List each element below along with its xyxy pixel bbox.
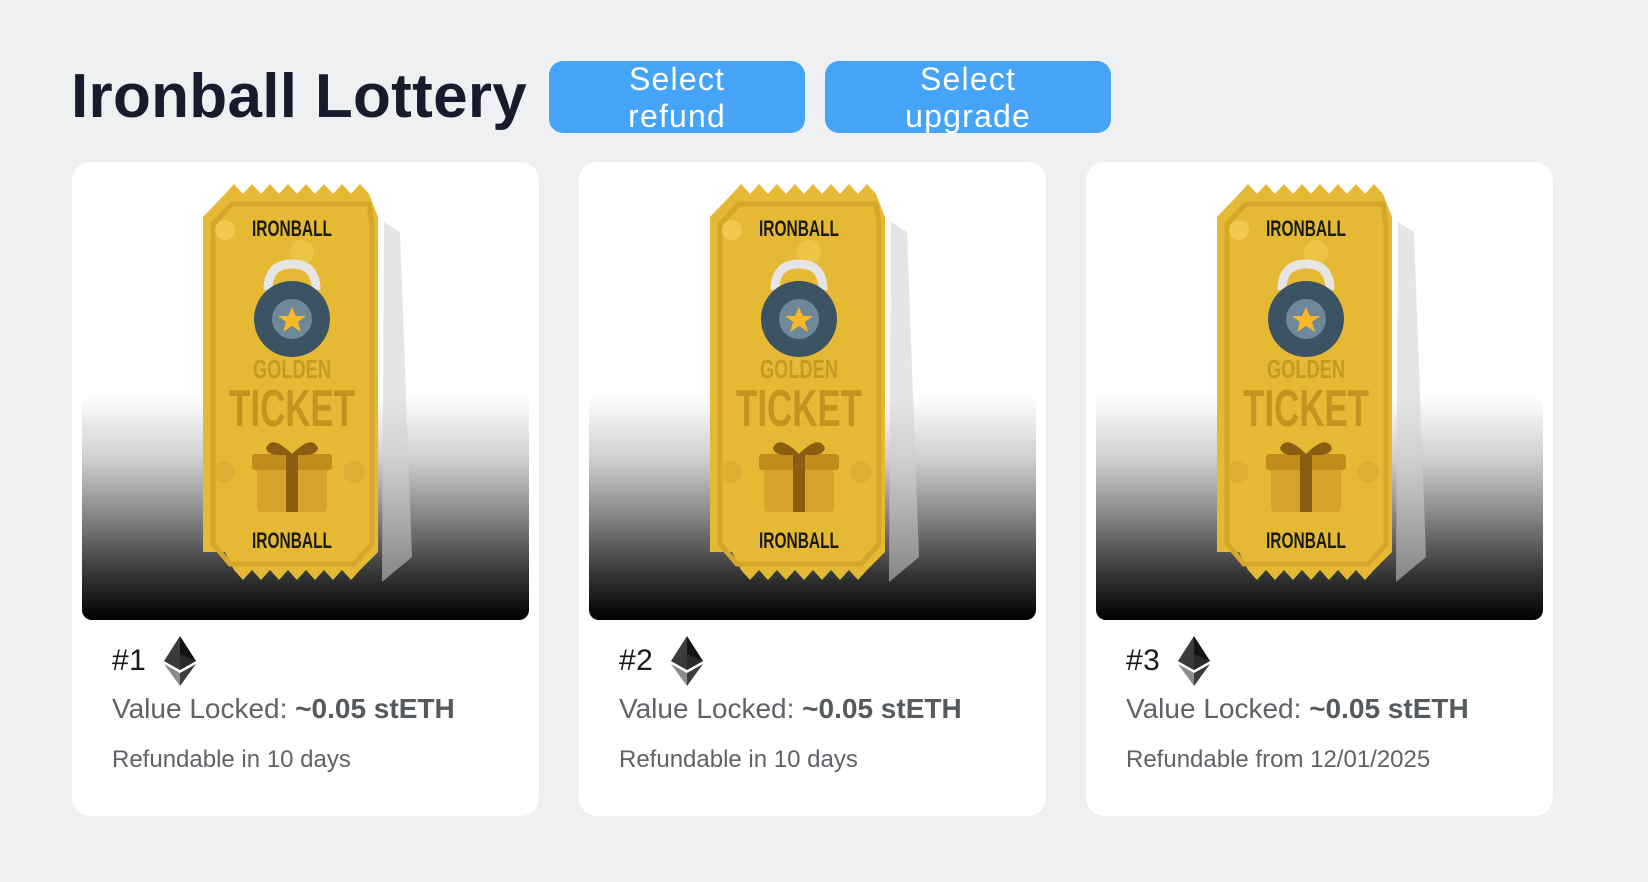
ticket-image: IRONBALL GOLDEN TICKET IRONBALL	[82, 172, 529, 620]
refund-status: Refundable in 10 days	[112, 746, 351, 773]
value-locked-amount: ~0.05 stETH	[1309, 693, 1469, 724]
golden-ticket-illustration: IRONBALL GOLDEN TICKET IRONBALL	[203, 184, 412, 582]
ticket-id-row: #3	[1126, 636, 1211, 686]
value-locked-label: Value Locked:	[112, 693, 296, 724]
golden-ticket-illustration: IRONBALL GOLDEN TICKET IRONBALL	[1217, 184, 1426, 582]
ticket-bottom-brand: IRONBALL	[1266, 528, 1346, 553]
value-locked-amount: ~0.05 stETH	[802, 693, 962, 724]
ticket-top-brand: IRONBALL	[252, 216, 332, 241]
select-refund-button[interactable]: Select refund	[549, 61, 806, 134]
refund-status: Refundable in 10 days	[619, 746, 858, 773]
ethereum-icon	[1178, 636, 1211, 686]
ticket-line2: TICKET	[1243, 380, 1369, 438]
ticket-number: #3	[1126, 644, 1161, 677]
ticket-top-brand: IRONBALL	[759, 216, 839, 241]
ticket-number: #2	[619, 644, 654, 677]
ticket-card[interactable]: IRONBALL GOLDEN TICKET IRONBALL #3 Value…	[1086, 162, 1553, 816]
ticket-bottom-brand: IRONBALL	[252, 528, 332, 553]
value-locked-label: Value Locked:	[619, 693, 803, 724]
ticket-top-brand: IRONBALL	[1266, 216, 1346, 241]
ticket-number: #1	[112, 644, 147, 677]
value-locked: Value Locked: ~0.05 stETH	[619, 693, 962, 725]
ethereum-icon	[164, 636, 197, 686]
value-locked: Value Locked: ~0.05 stETH	[1126, 693, 1469, 725]
ticket-line2: TICKET	[229, 380, 355, 438]
page-header: Ironball Lottery Select refund Select up…	[71, 60, 1112, 134]
ticket-id-row: #2	[619, 636, 704, 686]
value-locked: Value Locked: ~0.05 stETH	[112, 693, 455, 725]
ticket-image: IRONBALL GOLDEN TICKET IRONBALL	[589, 172, 1036, 620]
value-locked-label: Value Locked:	[1126, 693, 1310, 724]
refund-status: Refundable from 12/01/2025	[1126, 746, 1431, 773]
ticket-image: IRONBALL GOLDEN TICKET IRONBALL	[1096, 172, 1543, 620]
ticket-bottom-brand: IRONBALL	[759, 528, 839, 553]
ethereum-icon	[671, 636, 704, 686]
ticket-line2: TICKET	[736, 380, 862, 438]
golden-ticket-illustration: IRONBALL GOLDEN TICKET IRONBALL	[710, 184, 919, 582]
ticket-card[interactable]: IRONBALL GOLDEN TICKET IRONBALL #2 Value…	[579, 162, 1046, 816]
select-upgrade-button[interactable]: Select upgrade	[825, 61, 1112, 134]
page-title: Ironball Lottery	[71, 62, 528, 131]
ticket-id-row: #1	[112, 636, 197, 686]
value-locked-amount: ~0.05 stETH	[295, 693, 455, 724]
ticket-card[interactable]: IRONBALL GOLDEN TICKET IRONBALL #1 Value…	[72, 162, 539, 816]
